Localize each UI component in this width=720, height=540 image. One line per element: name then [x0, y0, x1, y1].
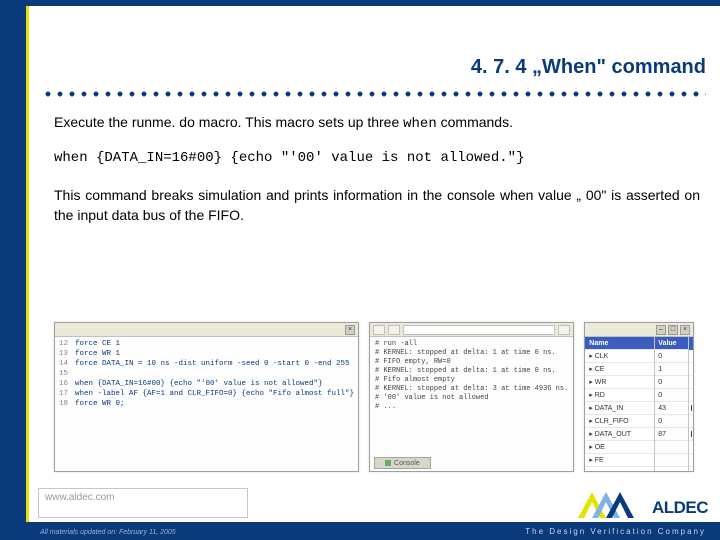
tab-icon [385, 460, 391, 466]
toolbar-button[interactable] [373, 325, 385, 335]
minimize-icon[interactable]: – [656, 325, 666, 335]
logo-text: ALDEC [652, 498, 708, 518]
logo-mark-icon [578, 492, 648, 518]
console-window: # run -all# KERNEL: stopped at delta: 1 … [369, 322, 574, 472]
paragraph-1: Execute the runme. do macro. This macro … [54, 112, 700, 134]
toolbar-button[interactable] [558, 325, 570, 335]
left-stripe [0, 0, 26, 540]
footer-note: All materials updated on: February 11, 2… [40, 529, 176, 536]
editor-body: 12force CE 113force WR 114force DATA_IN … [55, 337, 358, 471]
left-accent [26, 0, 29, 540]
console-tab[interactable]: Console [374, 457, 431, 469]
waveform-window: – □ × Name▸ CLK▸ CE▸ WR▸ RD▸ DATA_IN▸ CL… [584, 322, 694, 472]
signal-name-column: Name▸ CLK▸ CE▸ WR▸ RD▸ DATA_IN▸ CLR_FIFO… [585, 337, 655, 471]
close-icon[interactable]: × [345, 325, 355, 335]
code-example: when {DATA_IN=16#00} {echo "'00' value i… [54, 148, 700, 168]
waveform-titlebar: – □ × [585, 323, 693, 337]
toolbar-button[interactable] [388, 325, 400, 335]
close-icon[interactable]: × [680, 325, 690, 335]
top-stripe [0, 0, 720, 6]
paragraph-2: This command breaks simulation and print… [54, 185, 700, 226]
editor-window: × 12force CE 113force WR 114force DATA_I… [54, 322, 359, 472]
footer-tagline: The Design Verification Company [525, 527, 706, 536]
toolbar-field[interactable] [403, 325, 555, 335]
footer-url: www.aldec.com [45, 492, 114, 503]
url-box: www.aldec.com [38, 488, 248, 518]
console-toolbar [370, 323, 573, 337]
editor-titlebar: × [55, 323, 358, 337]
slide-title: 4. 7. 4 „When" command [372, 56, 706, 79]
waveform-body: Name▸ CLK▸ CE▸ WR▸ RD▸ DATA_IN▸ CLR_FIFO… [585, 337, 693, 471]
slide: 4. 7. 4 „When" command Execute the runme… [0, 0, 720, 540]
maximize-icon[interactable]: □ [668, 325, 678, 335]
divider-dots [44, 90, 706, 102]
console-body: # run -all# KERNEL: stopped at delta: 1 … [370, 337, 573, 471]
body-text: Execute the runme. do macro. This macro … [54, 112, 700, 239]
brand-logo: ALDEC [578, 492, 708, 518]
waveform-column [689, 337, 693, 471]
screenshot-row: × 12force CE 113force WR 114force DATA_I… [54, 322, 694, 472]
signal-value-column: Value010043087 [655, 337, 689, 471]
